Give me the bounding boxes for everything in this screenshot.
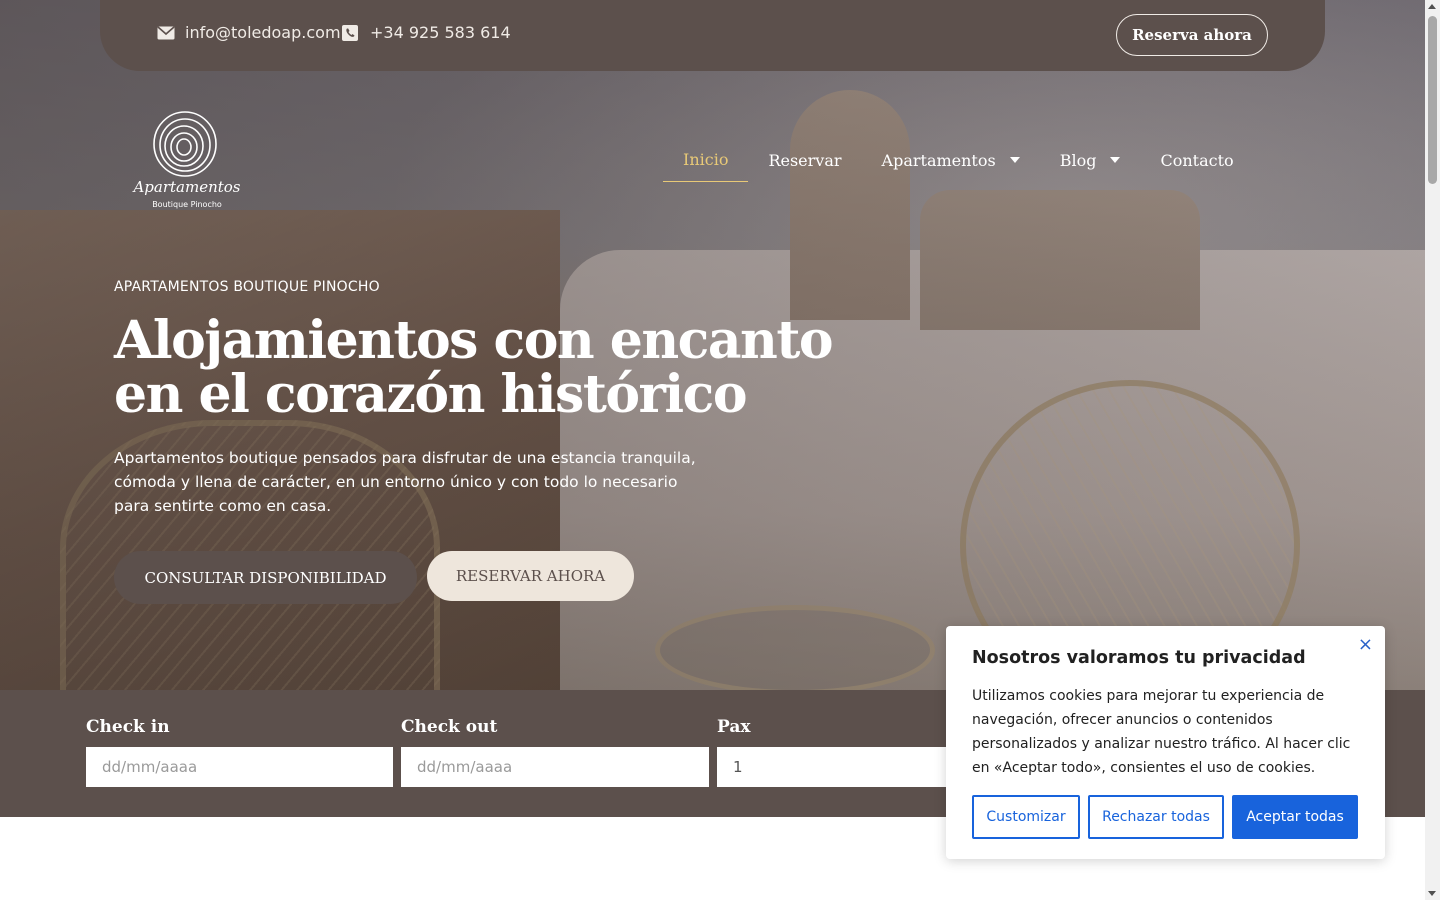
phone-icon [342, 24, 360, 41]
scroll-up-arrow-icon[interactable] [1428, 4, 1436, 9]
hero-headline: Alojamientos con encanto en el corazón h… [114, 314, 834, 422]
logo-word: Apartamentos [133, 178, 241, 196]
page-scrollbar[interactable] [1425, 0, 1440, 900]
caret-down-icon[interactable] [1110, 157, 1121, 163]
nav-item-label: Apartamentos [881, 150, 996, 170]
hero-headline-line2: en el corazón histórico [114, 364, 748, 425]
contact-email-text: info@toledoap.com [185, 23, 341, 42]
hero-eyebrow: APARTAMENTOS BOUTIQUE PINOCHO [114, 279, 380, 295]
nav-item-blog[interactable]: Blog [1040, 149, 1141, 182]
main-nav: Inicio Reservar Apartamentos Blog Contac… [663, 148, 1254, 182]
cookie-consent-dialog: × Nosotros valoramos tu privacidad Utili… [946, 626, 1385, 859]
top-bar: info@toledoap.com +34 925 583 614 Reserv… [100, 0, 1325, 71]
reserve-now-button[interactable]: Reserva ahora [1116, 14, 1268, 56]
customize-button[interactable]: Customizar [972, 795, 1080, 839]
nav-item-label: Reservar [768, 150, 842, 170]
reject-all-button[interactable]: Rechazar todas [1088, 795, 1224, 839]
accept-all-button[interactable]: Aceptar todas [1232, 795, 1358, 839]
checkin-label: Check in [86, 717, 170, 737]
logo-subtitle: Boutique Pinocho [152, 200, 222, 209]
logo[interactable]: Apartamentos Boutique Pinocho [128, 110, 246, 214]
checkout-input[interactable] [401, 747, 709, 787]
cookie-text: Utilizamos cookies para mejorar tu exper… [972, 688, 1351, 776]
close-icon[interactable]: × [1358, 634, 1373, 655]
checkout-label: Check out [401, 717, 498, 737]
cookie-title: Nosotros valoramos tu privacidad [972, 648, 1306, 668]
reserve-now-hero-button[interactable]: RESERVAR AHORA [427, 551, 634, 601]
cookie-buttons: Customizar Rechazar todas Aceptar todas [972, 795, 1358, 839]
nav-item-label: Contacto [1160, 150, 1234, 170]
scrollbar-thumb[interactable] [1428, 16, 1437, 184]
nav-item-inicio[interactable]: Inicio [663, 148, 749, 182]
contact-phone[interactable]: +34 925 583 614 [342, 23, 511, 42]
scroll-down-arrow-icon[interactable] [1428, 891, 1436, 896]
contact-email[interactable]: info@toledoap.com [157, 23, 341, 42]
nav-item-contacto[interactable]: Contacto [1140, 149, 1253, 182]
logo-spiral-icon [153, 111, 217, 177]
checkout-field: Check out [401, 717, 709, 787]
checkin-field: Check in [86, 717, 393, 787]
nav-item-label: Blog [1059, 150, 1097, 170]
hero-headline-line1: Alojamientos con encanto [114, 310, 834, 371]
caret-down-icon[interactable] [1009, 157, 1020, 163]
nav-item-reservar[interactable]: Reservar [748, 149, 861, 182]
nav-item-apartamentos[interactable]: Apartamentos [862, 149, 1040, 182]
nav-item-label: Inicio [683, 150, 729, 169]
hero-lead: Apartamentos boutique pensados para disf… [114, 449, 696, 515]
contact-phone-text: +34 925 583 614 [370, 23, 511, 42]
envelope-icon [157, 25, 175, 41]
checkin-input[interactable] [86, 747, 393, 787]
check-availability-button[interactable]: CONSULTAR DISPONIBILIDAD [114, 551, 417, 604]
